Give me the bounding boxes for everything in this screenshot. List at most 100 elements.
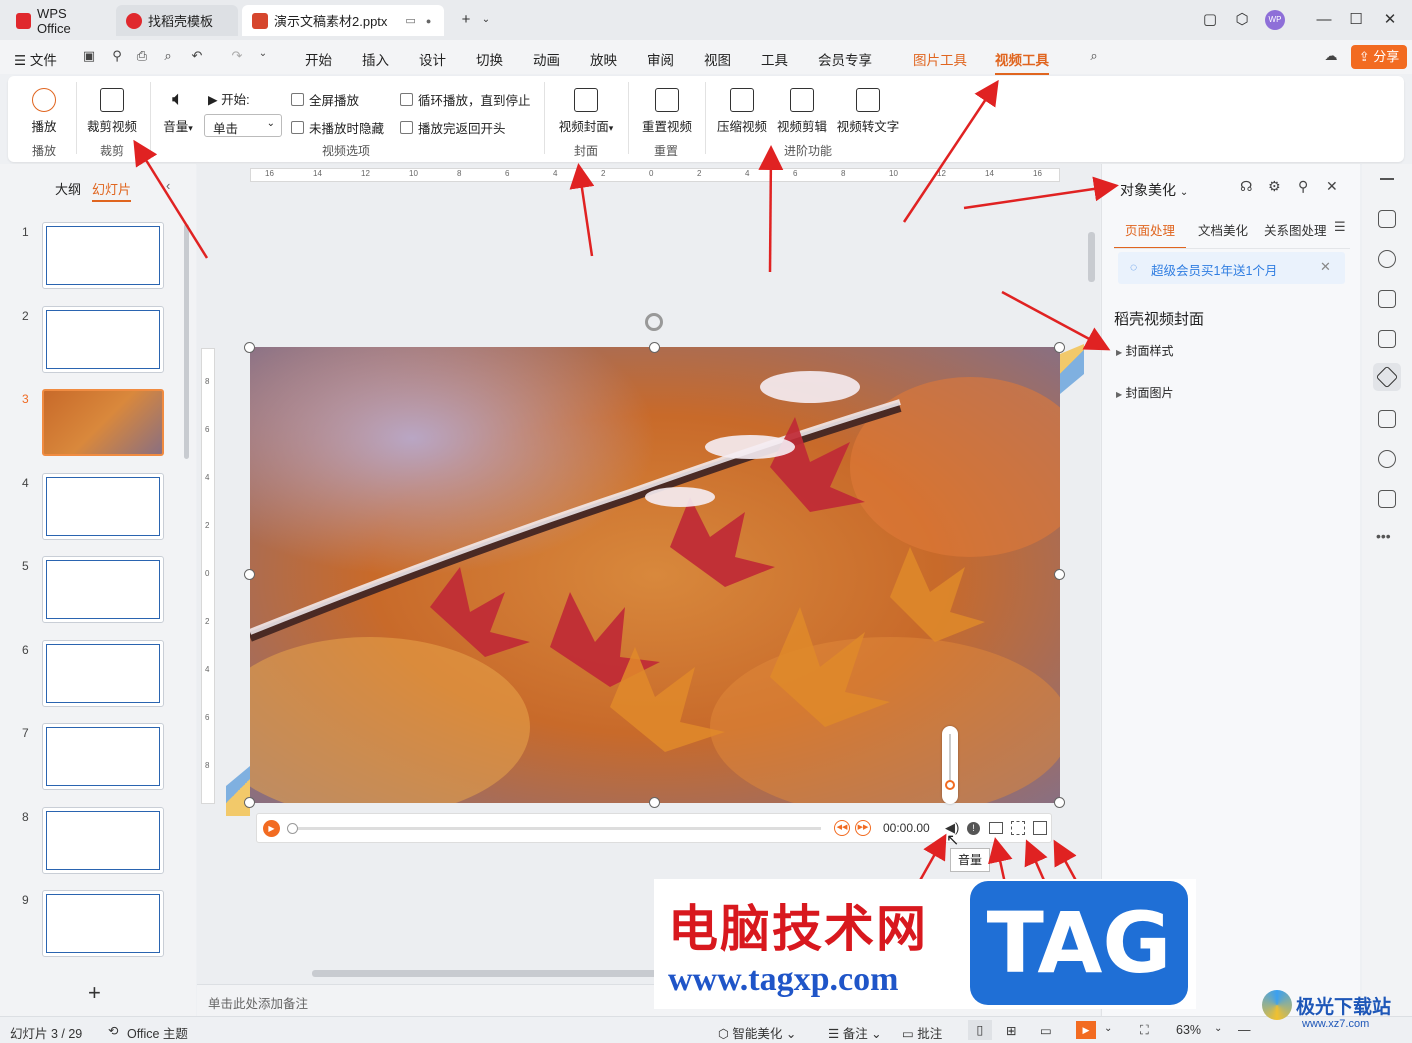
more-icon[interactable]: ••• — [1376, 528, 1391, 544]
print-icon[interactable]: ⎙ — [133, 48, 151, 66]
slide-thumbnail[interactable] — [42, 639, 164, 707]
redo-icon[interactable]: ↷ — [228, 48, 246, 66]
cube-icon[interactable]: ⬡ — [1232, 10, 1252, 30]
avatar[interactable]: WP — [1265, 10, 1285, 30]
chevron-down-icon[interactable]: ⌄ — [476, 10, 496, 30]
cover-image-item[interactable]: ▶ 封面图片 — [1116, 384, 1174, 401]
more-chevron-icon[interactable]: ⌄ — [254, 48, 272, 66]
scrollbar[interactable] — [184, 224, 189, 459]
new-tab-icon[interactable]: + — [456, 10, 476, 30]
resize-handle[interactable] — [1054, 342, 1065, 353]
reset-video-button[interactable]: 重置视频 — [638, 88, 696, 135]
comment-button[interactable]: ▭ 批注 — [902, 1023, 942, 1042]
minimize-icon[interactable]: — — [1314, 10, 1334, 30]
collapse-icon[interactable]: ‹ — [166, 178, 170, 193]
menu-start[interactable]: 开始 — [305, 49, 332, 69]
resize-handle[interactable] — [244, 569, 255, 580]
star-icon[interactable] — [1378, 250, 1396, 268]
menu-transition[interactable]: 切换 — [476, 49, 503, 69]
help-icon[interactable] — [1378, 450, 1396, 468]
slides-tab[interactable]: 幻灯片 — [92, 179, 132, 202]
info-icon[interactable]: ! — [967, 822, 980, 835]
reading-view-icon[interactable]: ▭ — [1040, 1023, 1052, 1038]
layout-icon[interactable]: ▢ — [1200, 10, 1220, 30]
video-edit-button[interactable]: 视频剪辑 — [774, 88, 830, 135]
share-button[interactable]: ⇪ 分享 — [1351, 45, 1407, 69]
volume-knob[interactable] — [945, 780, 955, 790]
cover-image-icon[interactable] — [989, 822, 1003, 834]
video-frame[interactable] — [250, 347, 1060, 803]
slide-thumbnail[interactable] — [42, 222, 164, 289]
grid-view-icon[interactable]: ⊞ — [1006, 1023, 1016, 1038]
fit-window-icon[interactable]: ⛶ — [1140, 1023, 1149, 1038]
maximize-icon[interactable]: ☐ — [1346, 10, 1366, 30]
progress-track[interactable] — [289, 827, 821, 830]
play-button[interactable]: 播放 — [26, 88, 62, 135]
progress-knob[interactable] — [287, 823, 298, 834]
save-icon[interactable]: ▣ — [80, 48, 98, 66]
theme-label[interactable]: Office 主题 — [127, 1023, 188, 1042]
slideshow-play-icon[interactable]: ▶ — [1076, 1021, 1096, 1039]
beautify-tool-active[interactable] — [1373, 363, 1401, 391]
menu-review[interactable]: 审阅 — [647, 49, 674, 69]
collapse-bar-icon[interactable] — [1380, 178, 1394, 180]
slide-thumbnail[interactable] — [42, 806, 164, 874]
resize-handle[interactable] — [649, 797, 660, 808]
menu-view[interactable]: 视图 — [704, 49, 731, 69]
menu-member[interactable]: 会员专享 — [818, 49, 872, 69]
loop-checkbox[interactable]: 循环播放，直到停止 — [400, 90, 531, 109]
trim-video-button[interactable]: 裁剪视频 — [84, 88, 140, 135]
outline-tab[interactable]: 大纲 — [55, 179, 81, 198]
cover-style-item[interactable]: ▶ 封面样式 — [1116, 342, 1174, 359]
video-to-text-button[interactable]: 视频转文字 — [834, 88, 902, 135]
resize-handle[interactable] — [244, 342, 255, 353]
close-icon[interactable]: ✕ — [1320, 259, 1331, 275]
tab-relation-diagram[interactable]: 关系图处理 — [1264, 220, 1327, 239]
forward-icon[interactable]: ▶▶ — [855, 820, 871, 836]
close-icon[interactable]: ✕ — [1380, 10, 1400, 30]
tab-doc-beautify[interactable]: 文档美化 — [1198, 220, 1248, 239]
menu-animation[interactable]: 动画 — [533, 49, 560, 69]
tab-wps-office[interactable]: WPS Office — [6, 5, 110, 36]
tab-page-process[interactable]: 页面处理 — [1114, 220, 1186, 249]
slide-thumbnail[interactable] — [42, 305, 164, 373]
zoom-value[interactable]: 63% — [1176, 1023, 1201, 1037]
rewind-icon[interactable]: ◀◀ — [834, 820, 850, 836]
menu-video-tools[interactable]: 视频工具 — [995, 49, 1049, 75]
resize-handle[interactable] — [649, 342, 660, 353]
vertical-scrollbar[interactable] — [1088, 232, 1095, 282]
rotate-handle-icon[interactable] — [645, 313, 663, 331]
video-text-icon[interactable] — [1033, 821, 1047, 835]
copy-icon[interactable] — [1378, 290, 1396, 308]
resize-handle[interactable] — [1054, 797, 1065, 808]
headset-icon[interactable]: ☊ — [1240, 178, 1252, 195]
panel-title[interactable]: 对象美化 ⌄ — [1120, 180, 1188, 200]
cloud-icon[interactable]: ☁ — [1322, 48, 1340, 66]
search-icon[interactable]: ⌕ — [1085, 48, 1103, 66]
volume-button[interactable]: 🔈︎ 音量▾ — [158, 88, 198, 135]
rewind-checkbox[interactable]: 播放完返回开头 — [400, 118, 506, 137]
smart-beautify-button[interactable]: ⬡ 智能美化 ⌄ — [718, 1023, 796, 1042]
play-icon[interactable]: ▶ — [263, 820, 280, 837]
close-icon[interactable]: ✕ — [1326, 178, 1338, 195]
book-icon[interactable] — [1378, 410, 1396, 428]
compress-icon[interactable] — [1011, 821, 1025, 835]
menu-icon[interactable]: ☰ — [1334, 219, 1346, 235]
file-menu[interactable]: ☰ 文件 — [14, 49, 57, 69]
start-select[interactable]: 单击 ⌄ — [204, 114, 282, 137]
pin-icon[interactable]: ⚲ — [1298, 178, 1308, 195]
preview-icon[interactable]: ⌕ — [159, 48, 177, 66]
menu-design[interactable]: 设计 — [419, 49, 446, 69]
monitor-icon[interactable]: ▭ — [405, 14, 415, 27]
fullscreen-checkbox[interactable]: 全屏播放 — [291, 90, 359, 109]
notes-button[interactable]: ☰ 备注 ⌄ — [828, 1023, 882, 1042]
chevron-down-icon[interactable]: ⌄ — [1214, 1023, 1222, 1034]
slide-thumbnail[interactable] — [42, 389, 164, 456]
volume-slider[interactable] — [942, 726, 958, 804]
tab-templates[interactable]: 找稻壳模板 — [116, 5, 238, 36]
menu-picture-tools[interactable]: 图片工具 — [913, 49, 967, 69]
brush-icon[interactable] — [1378, 330, 1396, 348]
menu-tools[interactable]: 工具 — [761, 49, 788, 69]
chevron-down-icon[interactable]: ⌄ — [1104, 1023, 1112, 1034]
slide-thumbnail[interactable] — [42, 556, 164, 623]
